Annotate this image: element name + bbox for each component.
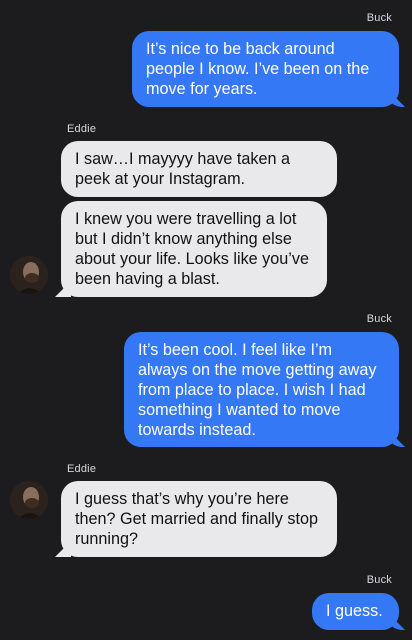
sender-name-eddie: Eddie xyxy=(67,463,97,475)
message-bubble-outgoing[interactable]: It’s nice to be back around people I kno… xyxy=(132,31,399,107)
sender-name-buck: Buck xyxy=(366,313,392,325)
avatar-photo-icon xyxy=(10,256,48,294)
sender-name-buck: Buck xyxy=(366,12,392,24)
message-bubble-outgoing[interactable]: I guess. xyxy=(312,593,399,630)
contact-avatar[interactable] xyxy=(10,256,48,294)
message-bubble-incoming[interactable]: I guess that’s why you’re here then? Get… xyxy=(61,481,337,557)
chat-thread: Buck It’s nice to be back around people … xyxy=(0,0,412,640)
avatar-photo-icon xyxy=(10,481,48,519)
message-bubble-incoming[interactable]: I knew you were travelling a lot but I d… xyxy=(61,201,327,297)
sender-name-buck: Buck xyxy=(366,574,392,586)
sender-name-eddie: Eddie xyxy=(67,123,97,135)
contact-avatar[interactable] xyxy=(10,481,48,519)
message-bubble-incoming[interactable]: I saw…I mayyyy have taken a peek at your… xyxy=(61,141,337,197)
message-bubble-outgoing[interactable]: It’s been cool. I feel like I’m always o… xyxy=(124,332,399,447)
